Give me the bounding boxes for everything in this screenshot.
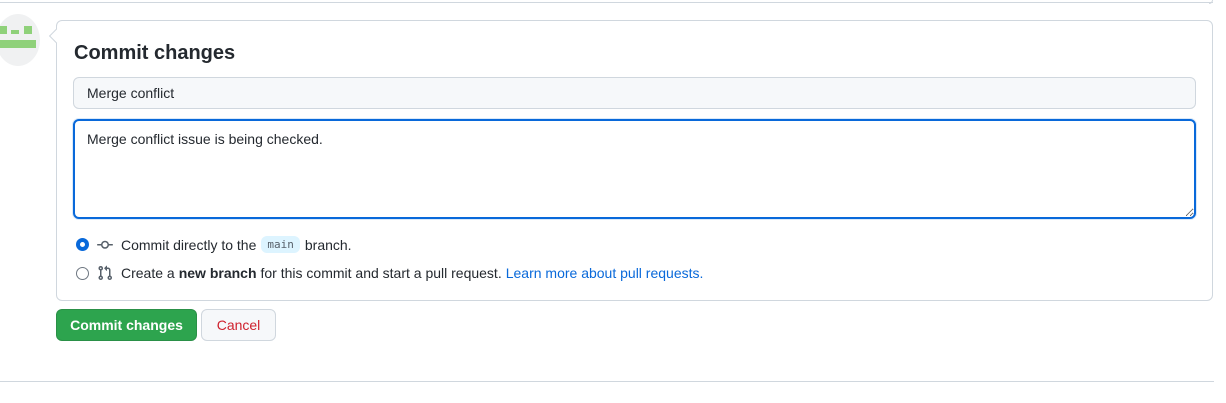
new-branch-radio[interactable] <box>76 266 89 280</box>
commit-description-input[interactable]: Merge conflict issue is being checked. <box>73 119 1196 219</box>
commit-summary-input[interactable] <box>73 77 1196 109</box>
new-branch-prefix: Create a <box>121 265 175 281</box>
commit-changes-button[interactable]: Commit changes <box>56 309 197 341</box>
commit-direct-radio[interactable] <box>76 238 89 251</box>
new-branch-suffix: for this commit and start a pull request… <box>260 265 502 281</box>
new-branch-bold: new branch <box>178 265 257 281</box>
new-branch-option[interactable]: Create a new branch for this commit and … <box>76 265 703 281</box>
git-commit-icon <box>97 237 113 253</box>
avatar <box>0 14 40 66</box>
commit-page: Commit changes Merge conflict issue is b… <box>0 0 1226 403</box>
bottom-divider <box>0 381 1214 382</box>
top-divider-corner <box>1209 0 1213 4</box>
commit-direct-suffix: branch. <box>304 236 352 253</box>
commit-direct-option[interactable]: Commit directly to the main branch. <box>76 236 352 253</box>
commit-direct-prefix: Commit directly to the <box>121 236 257 253</box>
cancel-button[interactable]: Cancel <box>201 309 276 341</box>
commit-heading: Commit changes <box>74 42 236 64</box>
top-divider <box>0 0 1213 3</box>
learn-more-link[interactable]: Learn more about pull requests. <box>506 265 704 281</box>
branch-name-badge: main <box>261 236 300 253</box>
git-pull-request-icon <box>97 265 113 281</box>
